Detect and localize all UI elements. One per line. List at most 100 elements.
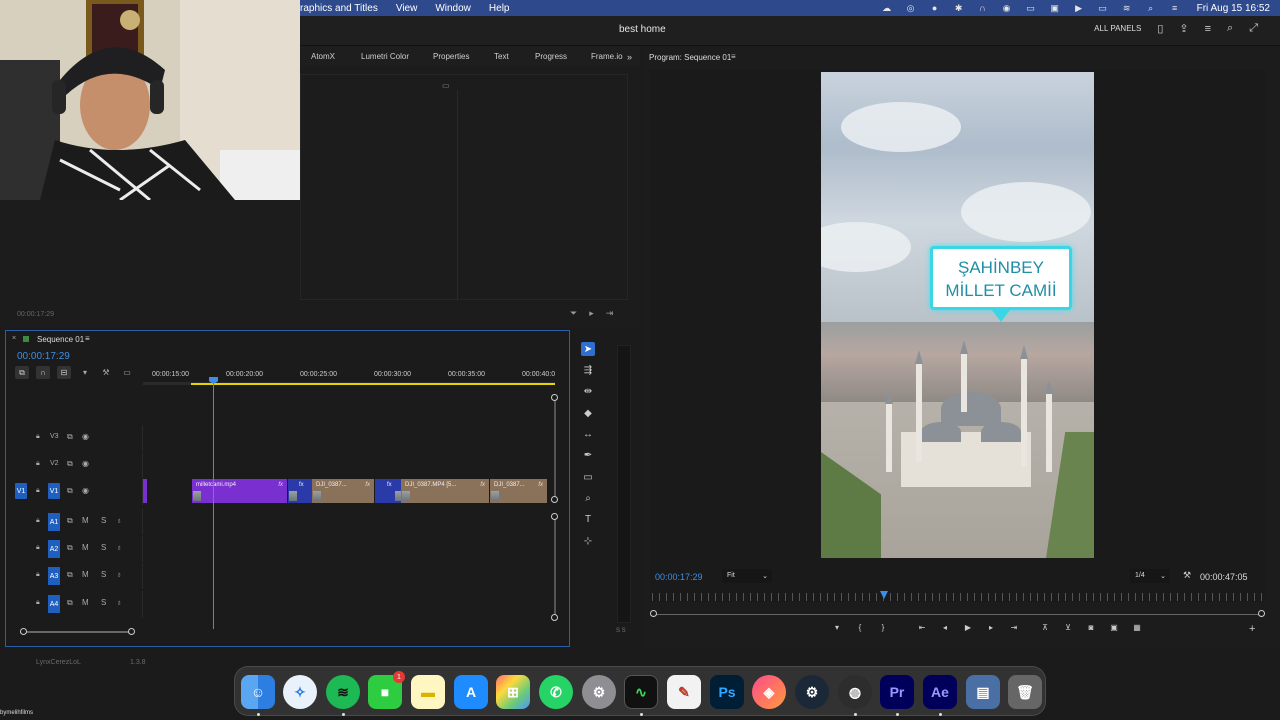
scroll-knob[interactable] xyxy=(551,394,558,401)
clip-dji-0387-b[interactable]: DJI_0387.MP4 [5... fx xyxy=(401,479,489,503)
solo-button[interactable]: S xyxy=(101,598,106,607)
tab-properties[interactable]: Properties xyxy=(433,52,469,61)
microphone-icon[interactable]: ♁ xyxy=(116,598,122,607)
track-area[interactable] xyxy=(142,563,546,589)
track-target-v1[interactable]: V1 xyxy=(48,483,60,499)
mark-in-icon[interactable]: { xyxy=(855,623,865,632)
vr-view-icon[interactable]: ▦ xyxy=(1132,623,1142,632)
selection-tool-icon[interactable]: ➤ xyxy=(581,342,595,356)
time-ruler[interactable]: 00:00:15:00 00:00:20:00 00:00:25:00 00:0… xyxy=(143,367,555,387)
cleaner-icon[interactable]: ◈ xyxy=(752,675,786,709)
ripple-edit-tool-icon[interactable]: ⇹ xyxy=(581,384,595,398)
timeline-timecode[interactable]: 00:00:17:29 xyxy=(17,351,70,362)
camera-icon[interactable]: ◉ xyxy=(1001,3,1013,13)
zoom-level-select[interactable]: Fit ⌄ xyxy=(722,569,772,583)
scroll-knob[interactable] xyxy=(551,614,558,621)
panel-layout-icon[interactable]: ▯ xyxy=(1157,22,1163,35)
system-settings-icon[interactable]: ⚙ xyxy=(582,675,616,709)
notes-icon[interactable]: ▬ xyxy=(411,675,445,709)
battery-icon[interactable]: ▭ xyxy=(1097,3,1109,13)
zoom-knob[interactable] xyxy=(128,628,135,635)
linked-selection-icon[interactable]: ⊟ xyxy=(57,366,71,379)
panel-toggle-icon[interactable]: ▭ xyxy=(442,81,450,90)
zoom-knob[interactable] xyxy=(20,628,27,635)
sync-lock-icon[interactable]: ⧉ xyxy=(67,459,73,469)
sequence-tab[interactable]: Sequence 01 xyxy=(37,335,84,344)
track-target-a1[interactable]: A1 xyxy=(48,513,60,531)
program-time-ruler[interactable] xyxy=(652,593,1262,601)
filter-icon[interactable]: ⏷ xyxy=(570,308,577,319)
tab-text[interactable]: Text xyxy=(494,52,509,61)
screen-recording-icon[interactable]: ▣ xyxy=(1049,3,1061,13)
launchpad-icon[interactable]: ⊞ xyxy=(496,675,530,709)
bluetooth-icon[interactable]: ✱ xyxy=(953,3,965,13)
clip-transition[interactable]: fx xyxy=(375,479,401,503)
control-center-icon[interactable]: ≡ xyxy=(1169,3,1181,13)
play-only-icon[interactable]: ▸ xyxy=(589,308,594,319)
sync-lock-icon[interactable]: ⧉ xyxy=(67,432,73,442)
track-area[interactable] xyxy=(142,452,546,478)
tab-frame-io[interactable]: Frame.io xyxy=(591,52,623,61)
menu-help[interactable]: Help xyxy=(489,3,510,14)
all-panels-button[interactable]: ALL PANELS xyxy=(1094,24,1141,33)
captions-icon[interactable]: ▭ xyxy=(120,366,134,379)
fullscreen-icon[interactable]: ⤢ xyxy=(1249,22,1258,35)
tab-lumetri-color[interactable]: Lumetri Color xyxy=(361,52,409,61)
eye-icon[interactable]: ◉ xyxy=(82,486,89,495)
menu-view[interactable]: View xyxy=(396,3,418,14)
scroll-knob[interactable] xyxy=(551,513,558,520)
zoom-tool-icon[interactable]: ⌕ xyxy=(581,491,595,505)
razor-tool-icon[interactable]: ◆ xyxy=(581,406,595,420)
obs-icon[interactable]: ◍ xyxy=(838,675,872,709)
comparison-view-icon[interactable]: ▣ xyxy=(1109,623,1119,632)
sync-lock-icon[interactable]: ⧉ xyxy=(67,486,73,496)
source-patch-v1[interactable]: V1 xyxy=(15,483,27,499)
display-icon[interactable]: ▭ xyxy=(1025,3,1037,13)
close-sequence-icon[interactable]: × xyxy=(12,335,16,342)
add-marker-icon[interactable]: ▾ xyxy=(78,366,92,379)
track-area[interactable] xyxy=(142,591,546,617)
after-effects-icon[interactable]: Ae xyxy=(923,675,957,709)
track-select-tool-icon[interactable]: ⇶ xyxy=(581,363,595,377)
search-icon[interactable]: ⌕ xyxy=(1145,3,1157,13)
zoom-knob[interactable] xyxy=(1258,610,1265,617)
program-monitor-title[interactable]: Program: Sequence 01 xyxy=(649,53,731,62)
lock-icon[interactable]: 🔒︎ xyxy=(36,487,43,495)
go-to-out-icon[interactable]: ⇥ xyxy=(1009,623,1019,632)
zoom-knob[interactable] xyxy=(650,610,657,617)
sync-lock-icon[interactable]: ⧉ xyxy=(67,570,73,580)
go-to-in-icon[interactable]: ⇤ xyxy=(917,623,927,632)
clip-transition[interactable]: fx xyxy=(288,479,312,503)
mute-button[interactable]: M xyxy=(82,543,89,552)
solo-button[interactable]: S xyxy=(101,516,106,525)
button-editor-icon[interactable]: + xyxy=(1249,623,1255,635)
video-vertical-scrollbar[interactable] xyxy=(554,397,556,501)
mute-button[interactable]: M xyxy=(82,516,89,525)
wifi-icon[interactable]: ≋ xyxy=(1121,3,1133,13)
insert-sequence-icon[interactable]: ⧉ xyxy=(15,366,29,379)
premiere-pro-icon[interactable]: Pr xyxy=(880,675,914,709)
sequence-menu-icon[interactable]: ≡ xyxy=(85,334,90,343)
track-target-a4[interactable]: A4 xyxy=(48,595,60,613)
lock-icon[interactable]: 🔒︎ xyxy=(36,599,43,607)
sync-lock-icon[interactable]: ⧉ xyxy=(67,598,73,608)
program-zoom-bar[interactable] xyxy=(654,614,1262,615)
step-forward-icon[interactable]: ▸ xyxy=(986,623,996,632)
title-overlay-bubble[interactable]: ŞAHİNBEY MİLLET CAMİİ xyxy=(930,246,1072,310)
track-area[interactable] xyxy=(142,509,546,535)
horizontal-zoom-scrollbar[interactable] xyxy=(20,631,132,633)
more-tabs-icon[interactable]: » xyxy=(627,52,632,62)
spotify-icon[interactable]: ≋ xyxy=(326,675,360,709)
menu-graphics-and-titles[interactable]: raphics and Titles xyxy=(300,3,378,14)
track-area[interactable]: milletcami.mp4 fx fx DJI_0387... fx fx DJI… xyxy=(142,479,547,505)
clip-dji-0387-a[interactable]: DJI_0387... fx xyxy=(312,479,374,503)
vpn-icon[interactable]: ◎ xyxy=(905,3,917,13)
menubar-clock[interactable]: Fri Aug 15 16:52 xyxy=(1197,3,1270,14)
microphone-icon[interactable]: ♁ xyxy=(116,516,122,525)
lock-icon[interactable]: 🔒︎ xyxy=(36,433,43,441)
spotify-status-icon[interactable]: ● xyxy=(929,3,941,13)
eye-icon[interactable]: ◉ xyxy=(82,459,89,468)
activity-monitor-icon[interactable]: ∿ xyxy=(624,675,658,709)
trash-icon[interactable]: 🗑︎ xyxy=(1008,675,1042,709)
extract-icon[interactable]: ⊻ xyxy=(1063,623,1073,632)
